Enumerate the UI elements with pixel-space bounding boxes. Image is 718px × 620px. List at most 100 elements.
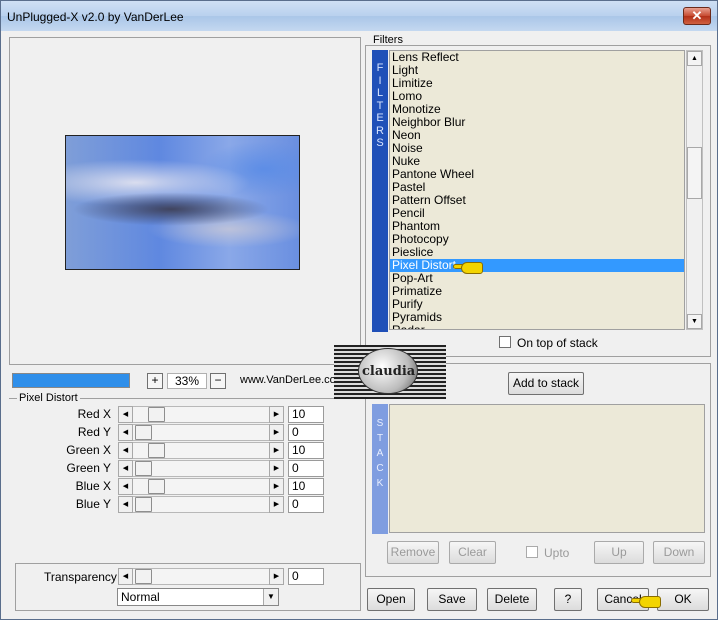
filter-scrollbar[interactable]: ▲ ▼ (686, 50, 703, 330)
scroll-thumb[interactable] (687, 147, 702, 199)
slider-thumb[interactable] (148, 479, 165, 494)
filter-list-item[interactable]: Noise (390, 142, 684, 155)
slider-right-arrow-icon[interactable]: ▶ (269, 424, 284, 441)
scroll-down-arrow-icon[interactable]: ▼ (687, 314, 702, 329)
zoom-in-button[interactable]: + (147, 373, 163, 389)
stack-bar-letter: S (376, 418, 384, 429)
preview-image (65, 135, 300, 270)
remove-button[interactable]: Remove (387, 541, 439, 564)
slider-thumb[interactable] (135, 569, 152, 584)
param-value-input[interactable]: 10 (288, 478, 324, 495)
stack-vertical-bar: STACK (372, 404, 388, 534)
slider-track (118, 478, 284, 495)
param-slider[interactable]: ◀ ▶ (118, 460, 284, 477)
param-value-input[interactable]: 10 (288, 406, 324, 423)
slider-thumb[interactable] (135, 425, 152, 440)
down-button[interactable]: Down (653, 541, 705, 564)
hand-palm (461, 262, 483, 274)
filters-bar-letter: R (376, 124, 384, 137)
clear-button[interactable]: Clear (449, 541, 496, 564)
filters-bar-letter: S (376, 137, 384, 149)
upto-checkbox[interactable] (526, 546, 538, 558)
filter-list-item[interactable]: Lens Reflect (390, 51, 684, 64)
add-to-stack-button[interactable]: Add to stack (508, 372, 584, 395)
filter-list[interactable]: Lens Reflect Light Limitize Lomo Monotize Nei… (389, 50, 685, 330)
filter-list-item[interactable]: Pattern Offset (390, 194, 684, 207)
save-button[interactable]: Save (427, 588, 477, 611)
filter-list-item[interactable]: Photocopy (390, 233, 684, 246)
slider-right-arrow-icon[interactable]: ▶ (269, 496, 284, 513)
param-label: Blue X (75, 479, 111, 493)
param-slider[interactable]: ◀ ▶ (118, 496, 284, 513)
hand-palm (639, 596, 661, 608)
slider-right-arrow-icon[interactable]: ▶ (269, 568, 284, 585)
transparency-slider[interactable]: ◀ ▶ (118, 568, 284, 585)
filters-bar-letter: F (376, 62, 384, 74)
filter-list-item[interactable]: Neon (390, 129, 684, 142)
website-link[interactable]: www.VanDerLee.com (240, 374, 345, 386)
filter-list-item[interactable]: Pantone Wheel (390, 168, 684, 181)
param-label: Green Y (66, 461, 111, 475)
slider-right-arrow-icon[interactable]: ▶ (269, 442, 284, 459)
filters-bar-letter: T (376, 99, 384, 112)
slider-thumb[interactable] (135, 461, 152, 476)
slider-right-arrow-icon[interactable]: ▶ (269, 406, 284, 423)
filter-list-item[interactable]: Radar (390, 324, 684, 330)
filter-list-item[interactable]: Light (390, 64, 684, 77)
slider-left-arrow-icon[interactable]: ◀ (118, 406, 133, 423)
slider-track (118, 406, 284, 423)
help-button[interactable]: ? (554, 588, 582, 611)
param-slider[interactable]: ◀ ▶ (118, 478, 284, 495)
zoom-out-button[interactable]: − (210, 373, 226, 389)
slider-left-arrow-icon[interactable]: ◀ (118, 460, 133, 477)
slider-right-arrow-icon[interactable]: ▶ (269, 478, 284, 495)
scroll-up-arrow-icon[interactable]: ▲ (687, 51, 702, 66)
param-value-input[interactable]: 0 (288, 424, 324, 441)
slider-track (118, 442, 284, 459)
watermark-logo: claudia (334, 345, 446, 399)
param-slider[interactable]: ◀ ▶ (118, 442, 284, 459)
on-top-checkbox[interactable] (499, 336, 511, 348)
pointing-hand-icon (631, 594, 665, 608)
slider-left-arrow-icon[interactable]: ◀ (118, 496, 133, 513)
slider-right-arrow-icon[interactable]: ▶ (269, 460, 284, 477)
param-value-input[interactable]: 0 (288, 496, 324, 513)
progress-bar (12, 373, 130, 388)
filter-list-item[interactable]: Neighbor Blur (390, 116, 684, 129)
param-slider[interactable]: ◀ ▶ (118, 424, 284, 441)
filter-list-item[interactable]: Limitize (390, 77, 684, 90)
slider-thumb[interactable] (135, 497, 152, 512)
filters-vertical-bar: FILTERS (372, 50, 388, 332)
filter-list-item[interactable]: Primatize (390, 285, 684, 298)
slider-left-arrow-icon[interactable]: ◀ (118, 568, 133, 585)
close-button[interactable]: ✕ (683, 7, 711, 25)
param-slider[interactable]: ◀ ▶ (118, 406, 284, 423)
stack-list[interactable] (389, 404, 705, 533)
up-button[interactable]: Up (594, 541, 644, 564)
slider-thumb[interactable] (148, 407, 165, 422)
transparency-label: Transparency (44, 570, 117, 584)
params-section-title: Pixel Distort (17, 392, 80, 404)
chevron-down-icon[interactable]: ▼ (263, 589, 278, 605)
delete-button[interactable]: Delete (487, 588, 537, 611)
slider-left-arrow-icon[interactable]: ◀ (118, 424, 133, 441)
zoom-level: 33% (167, 373, 207, 389)
stack-bar-letter: C (376, 463, 384, 474)
filter-list-item[interactable]: Pixel Distort (390, 259, 684, 272)
slider-thumb[interactable] (148, 443, 165, 458)
param-value-input[interactable]: 10 (288, 442, 324, 459)
transparency-input[interactable]: 0 (288, 568, 324, 585)
param-value-input[interactable]: 0 (288, 460, 324, 477)
blend-mode-select[interactable]: Normal ▼ (117, 588, 279, 606)
on-top-label: On top of stack (517, 336, 598, 350)
pointing-hand-icon (453, 260, 487, 274)
upto-label: Upto (544, 546, 570, 560)
filters-bar-letter: I (378, 74, 382, 87)
slider-left-arrow-icon[interactable]: ◀ (118, 478, 133, 495)
filter-list-item[interactable]: Pyramids (390, 311, 684, 324)
slider-left-arrow-icon[interactable]: ◀ (118, 442, 133, 459)
watermark-text: claudia (362, 364, 416, 379)
stack-bar-letter: K (376, 478, 384, 489)
open-button[interactable]: Open (367, 588, 415, 611)
stack-bar-letter: A (376, 448, 384, 459)
